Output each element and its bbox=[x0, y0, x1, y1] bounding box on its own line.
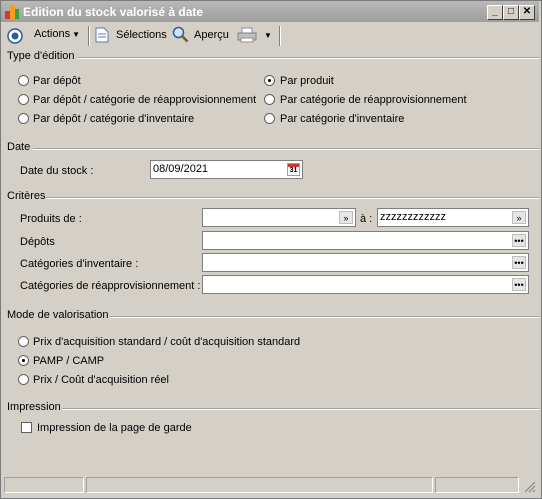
radio-par-produit[interactable] bbox=[264, 75, 275, 86]
toolbar: Actions ▼ Sélections Aperçu ▼ bbox=[1, 23, 539, 49]
impression-section-label: Impression bbox=[7, 401, 61, 413]
calendar-day: 31 bbox=[289, 167, 298, 174]
date-du-stock-label: Date du stock : bbox=[20, 165, 94, 177]
radio-par-depot-cat-reappro-label[interactable]: Par dépôt / catégorie de réapprovisionne… bbox=[33, 94, 256, 106]
depots-label: Dépôts bbox=[20, 236, 55, 248]
radio-pamp-camp[interactable] bbox=[18, 355, 29, 366]
type-edition-section-label: Type d'édition bbox=[7, 50, 75, 62]
toolbar-separator bbox=[279, 26, 281, 46]
date-section-label: Date bbox=[7, 141, 31, 153]
radio-par-depot-label[interactable]: Par dépôt bbox=[33, 75, 81, 87]
document-icon bbox=[95, 27, 109, 43]
radio-pamp-camp-label[interactable]: PAMP / CAMP bbox=[33, 355, 104, 367]
window-title: Edition du stock valorisé à date bbox=[23, 5, 204, 19]
produits-de-label: Produits de : bbox=[20, 213, 82, 225]
section-divider bbox=[110, 316, 539, 318]
radio-par-depot[interactable] bbox=[18, 75, 29, 86]
categories-reappro-input[interactable]: ••• bbox=[202, 275, 529, 294]
categories-reappro-label: Catégories de réapprovisionnement : bbox=[20, 280, 201, 292]
app-icon bbox=[5, 5, 19, 19]
date-du-stock-input[interactable]: 08/09/2021 31 bbox=[150, 160, 303, 179]
print-button[interactable]: ▼ bbox=[237, 27, 272, 43]
radio-par-cat-inventaire[interactable] bbox=[264, 113, 275, 124]
criteres-section-label: Critères bbox=[7, 190, 46, 202]
ellipsis-icon[interactable]: ••• bbox=[512, 234, 526, 247]
actions-label: Actions bbox=[34, 28, 71, 40]
section-divider bbox=[46, 197, 539, 199]
page-de-garde-label[interactable]: Impression de la page de garde bbox=[37, 422, 192, 434]
status-bar bbox=[1, 475, 539, 496]
title-bar[interactable]: Edition du stock valorisé à date _ □ ✕ bbox=[1, 1, 539, 22]
toolbar-separator bbox=[88, 26, 90, 46]
printer-icon bbox=[237, 27, 257, 43]
apercu-label: Aperçu bbox=[194, 28, 229, 41]
radio-par-produit-label[interactable]: Par produit bbox=[280, 75, 334, 87]
radio-par-cat-inventaire-label[interactable]: Par catégorie d'inventaire bbox=[280, 113, 404, 125]
actions-menu-button[interactable]: Actions ▼ bbox=[34, 28, 80, 40]
section-divider bbox=[33, 148, 539, 150]
calendar-icon[interactable]: 31 bbox=[287, 163, 300, 176]
depots-input[interactable]: ••• bbox=[202, 231, 529, 250]
radio-prix-standard[interactable] bbox=[18, 336, 29, 347]
categories-inventaire-input[interactable]: ••• bbox=[202, 253, 529, 272]
selections-label: Sélections bbox=[116, 29, 167, 41]
status-panel bbox=[4, 477, 84, 493]
radio-par-cat-reappro-label[interactable]: Par catégorie de réapprovisionnement bbox=[280, 94, 467, 106]
ellipsis-icon[interactable]: ••• bbox=[512, 278, 526, 291]
apercu-button[interactable]: Aperçu bbox=[172, 26, 229, 43]
navigation-icon[interactable] bbox=[7, 28, 23, 44]
radio-prix-reel-label[interactable]: Prix / Coût d'acquisition réel bbox=[33, 374, 169, 386]
minimize-button[interactable]: _ bbox=[487, 5, 503, 20]
status-panel bbox=[435, 477, 519, 493]
magnifier-icon bbox=[172, 26, 189, 43]
produits-to-input[interactable]: zzzzzzzzzzzz » bbox=[377, 208, 529, 227]
ellipsis-icon[interactable]: ••• bbox=[512, 256, 526, 269]
double-chevron-down-icon[interactable]: » bbox=[339, 211, 353, 224]
radio-par-cat-reappro[interactable] bbox=[264, 94, 275, 105]
double-chevron-down-icon[interactable]: » bbox=[512, 211, 526, 224]
chevron-down-icon: ▼ bbox=[72, 29, 80, 39]
radio-par-depot-cat-inventaire[interactable] bbox=[18, 113, 29, 124]
section-divider bbox=[62, 408, 539, 410]
produits-to-value: zzzzzzzzzzzz bbox=[380, 211, 446, 223]
categories-inventaire-label: Catégories d'inventaire : bbox=[20, 258, 139, 270]
a-label: à : bbox=[360, 213, 373, 225]
maximize-button[interactable]: □ bbox=[503, 5, 519, 20]
resize-grip-icon[interactable] bbox=[524, 481, 536, 493]
close-button[interactable]: ✕ bbox=[519, 5, 535, 20]
selections-button[interactable]: Sélections bbox=[95, 27, 167, 43]
radio-prix-standard-label[interactable]: Prix d'acquisition standard / coût d'acq… bbox=[33, 336, 300, 348]
produits-from-input[interactable]: » bbox=[202, 208, 356, 227]
page-de-garde-checkbox[interactable] bbox=[21, 422, 32, 433]
radio-prix-reel[interactable] bbox=[18, 374, 29, 385]
radio-par-depot-cat-inventaire-label[interactable]: Par dépôt / catégorie d'inventaire bbox=[33, 113, 194, 125]
status-panel bbox=[86, 477, 433, 493]
valorisation-section-label: Mode de valorisation bbox=[7, 309, 109, 321]
date-du-stock-value: 08/09/2021 bbox=[153, 163, 209, 175]
chevron-down-icon[interactable]: ▼ bbox=[264, 31, 272, 40]
radio-par-depot-cat-reappro[interactable] bbox=[18, 94, 29, 105]
section-divider bbox=[78, 57, 539, 59]
